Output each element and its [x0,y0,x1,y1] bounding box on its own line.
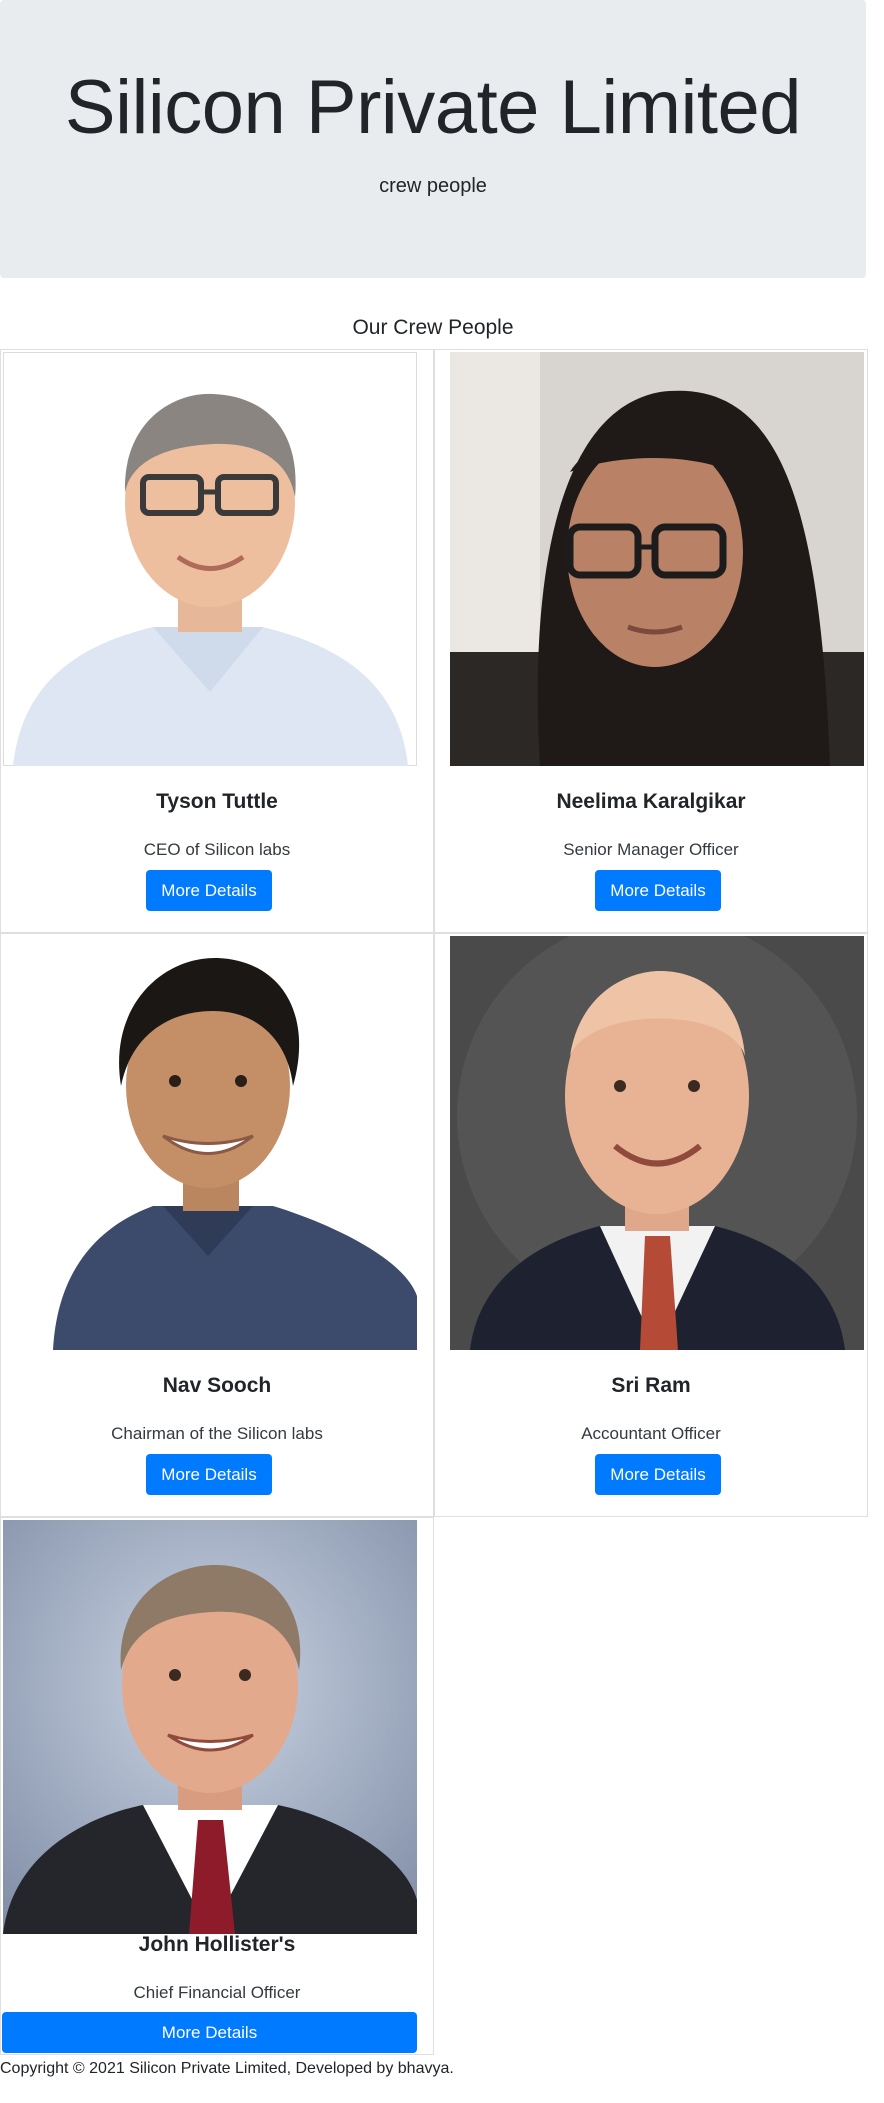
more-details-button[interactable]: More Details [146,870,272,911]
crew-role: Accountant Officer [581,1424,721,1443]
crew-photo [450,352,864,766]
crew-card: Neelima Karalgikar Senior Manager Office… [434,349,868,933]
crew-role: Senior Manager Officer [563,840,739,859]
crew-card: Nav Sooch Chairman of the Silicon labs M… [0,933,434,1517]
footer-copyright: Copyright © 2021 Silicon Private Limited… [0,2060,454,2077]
crew-name: John Hollister's [138,1933,296,1956]
crew-photo [3,352,417,766]
page-title: Silicon Private Limited [64,65,802,150]
more-details-button[interactable]: More Details [595,870,721,911]
crew-role: Chairman of the Silicon labs [111,1424,323,1443]
crew-name: Nav Sooch [162,1374,272,1397]
header-jumbotron: Silicon Private Limited crew people [0,0,866,278]
crew-name: Sri Ram [611,1374,691,1397]
crew-role: Chief Financial Officer [133,1983,301,2002]
crew-photo [3,1520,417,1934]
crew-card: Sri Ram Accountant Officer More Details [434,933,868,1517]
more-details-button[interactable]: More Details [146,1454,272,1495]
crew-photo [450,936,864,1350]
crew-name: Neelima Karalgikar [556,790,746,813]
crew-name: Tyson Tuttle [156,790,278,813]
more-details-button[interactable]: More Details [595,1454,721,1495]
crew-photo [3,936,417,1350]
page-subtitle: crew people [379,175,487,197]
section-title: Our Crew People [352,316,514,339]
crew-card: John Hollister's Chief Financial Officer… [0,1517,434,2055]
more-details-button[interactable]: More Details [2,2012,417,2053]
crew-card: Tyson Tuttle CEO of Silicon labs More De… [0,349,434,933]
crew-role: CEO of Silicon labs [143,840,291,859]
